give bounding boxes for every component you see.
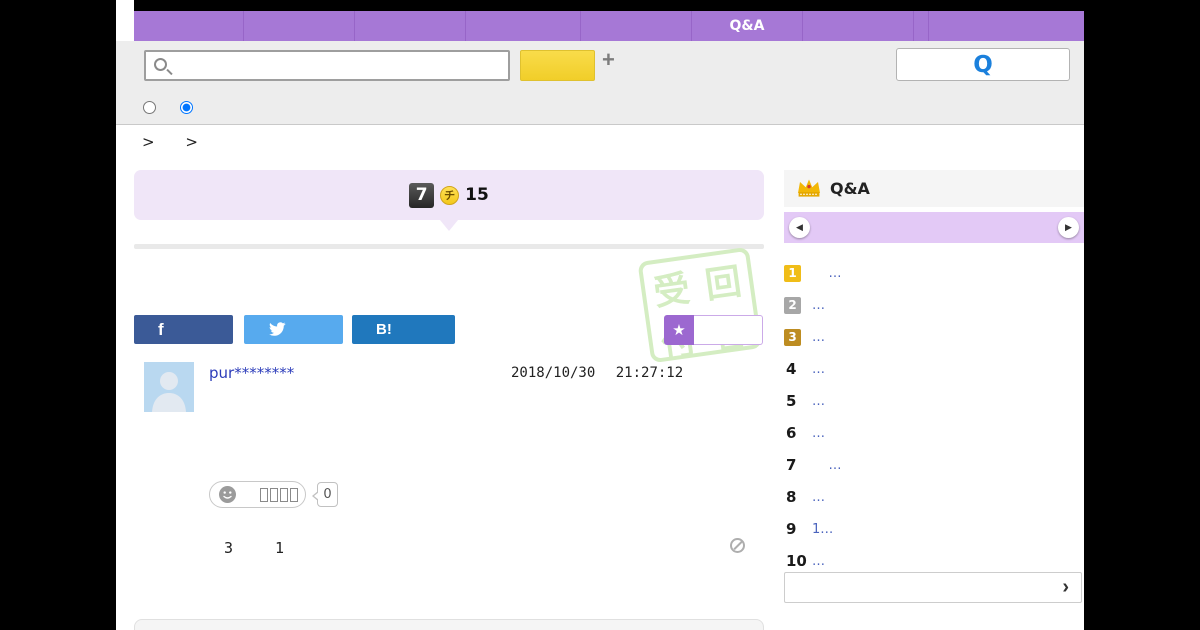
ranking-link[interactable]: … [812, 458, 842, 473]
twitter-share-button[interactable] [244, 315, 343, 344]
ranking-sidebar: Q&A ◀ ▶ 1 … 2 … 3 … 4 … 5 … 6 … 7 … 8 … … [784, 170, 1084, 603]
posted-time: 21:27:12 [615, 365, 684, 381]
nav-tab-4[interactable] [466, 11, 581, 41]
ranking-link[interactable]: … [812, 490, 825, 505]
ranking-link[interactable]: … [812, 426, 825, 441]
missing-glyph-boxes [260, 487, 298, 502]
nav-tab-1[interactable] [134, 11, 244, 41]
chie-collection-widget[interactable]: ★ [664, 315, 763, 345]
rank-number: 5 [786, 392, 797, 410]
nav-tab-8[interactable] [914, 11, 929, 41]
ranking-item-9: 9 1… [784, 513, 1084, 545]
crown-icon [798, 179, 820, 197]
ranking-category-carousel: ◀ ▶ [784, 212, 1084, 243]
rank-number: 8 [786, 488, 797, 506]
facebook-share-button[interactable]: f [134, 315, 233, 344]
search-button[interactable] [520, 50, 595, 81]
nav-tab-qa[interactable]: Q&A [692, 11, 803, 41]
page: Q&A + Q > > 7 チ 15 受 回 付 答 f [116, 0, 1084, 630]
ranking-header: Q&A [784, 170, 1084, 207]
facebook-icon: f [158, 319, 164, 339]
answer-section-top [134, 619, 764, 630]
reaction-button[interactable] [209, 481, 306, 508]
nav-tab-3[interactable] [355, 11, 466, 41]
avatar[interactable] [144, 362, 194, 412]
nav-tab-7[interactable] [803, 11, 914, 41]
search-header: + Q [116, 41, 1084, 125]
collection-count-field [694, 315, 763, 345]
carousel-prev-button[interactable]: ◀ [789, 217, 810, 238]
coin-amount: 15 [465, 185, 489, 205]
nav-tab-2[interactable] [244, 11, 355, 41]
chie-coin-icon: チ [440, 185, 460, 205]
twitter-bird-icon [268, 322, 286, 336]
ranking-item-2: 2 … [784, 289, 1084, 321]
block-report-icon[interactable] [730, 538, 745, 553]
ranking-item-1: 1 … [784, 257, 1084, 289]
ranking-link[interactable]: 1… [812, 522, 833, 537]
global-nav: Q&A [134, 11, 1084, 41]
stamp-char: 回 [702, 261, 744, 307]
ranking-link[interactable]: … [812, 298, 825, 313]
breadcrumb-separator: > [142, 133, 155, 151]
ranking-link[interactable]: … [812, 266, 842, 281]
rank-number: 10 [786, 552, 807, 570]
questioner-name-link[interactable]: pur******** [209, 364, 294, 382]
ranking-link[interactable]: … [812, 362, 825, 377]
rank-badge-bronze: 3 [784, 328, 801, 346]
ranking-more-button[interactable]: › [784, 572, 1082, 603]
breadcrumb: > > [142, 133, 198, 151]
posted-date: 2018/10/30 [511, 365, 596, 381]
star-icon: ★ [664, 315, 694, 345]
ranking-title: Q&A [830, 179, 870, 198]
question-count-right: 1 [275, 539, 285, 557]
rank-number: 9 [786, 520, 797, 538]
ranking-item-4: 4 … [784, 353, 1084, 385]
search-input[interactable] [174, 53, 504, 78]
rank-badge-silver: 2 [784, 296, 801, 314]
search-scope-radios [143, 101, 193, 114]
ranking-item-5: 5 … [784, 385, 1084, 417]
section-divider [134, 244, 764, 249]
ranking-item-3: 3 … [784, 321, 1084, 353]
service-logo-button[interactable]: Q [896, 48, 1070, 81]
nav-tab-5[interactable] [581, 11, 692, 41]
add-condition-button[interactable]: + [602, 47, 615, 73]
rank-badge-gold: 1 [784, 264, 801, 282]
nav-tab-9[interactable] [929, 11, 1084, 41]
search-scope-radio-left[interactable] [143, 101, 156, 114]
smiley-icon [219, 486, 236, 503]
posted-datetime: 2018/10/30 21:27:12 [511, 365, 683, 381]
search-scope-radio-right[interactable] [180, 101, 193, 114]
breadcrumb-separator: > [185, 133, 198, 151]
hatena-bookmark-button[interactable]: B! [352, 315, 455, 344]
ranking-list: 1 … 2 … 3 … 4 … 5 … 6 … 7 … 8 … 9 1… 10 … [784, 257, 1084, 577]
hatena-icon: B! [376, 321, 392, 338]
top-black-strip [134, 0, 1084, 11]
reaction-count-bubble: 0 [312, 482, 338, 507]
question-header-box: 7 チ 15 [134, 170, 764, 231]
ranking-item-7: 7 … [784, 449, 1084, 481]
search-box [144, 50, 510, 81]
chevron-right-icon: › [1062, 576, 1069, 598]
answer-accepting-stamp: 受 回 付 答 [637, 246, 763, 366]
question-count-left: 3 [224, 539, 234, 557]
stamp-char: 受 [651, 268, 693, 315]
ranking-link[interactable]: … [812, 330, 825, 345]
ranking-item-8: 8 … [784, 481, 1084, 513]
rank-number: 4 [786, 360, 797, 378]
ranking-item-6: 6 … [784, 417, 1084, 449]
rank-number: 7 [786, 456, 797, 474]
answer-count-badge: 7 [409, 182, 435, 208]
carousel-next-button[interactable]: ▶ [1058, 217, 1079, 238]
ranking-link[interactable]: … [812, 554, 825, 569]
rank-number: 6 [786, 424, 797, 442]
search-icon [154, 58, 167, 71]
ranking-link[interactable]: … [812, 394, 825, 409]
person-silhouette-icon [152, 372, 186, 412]
